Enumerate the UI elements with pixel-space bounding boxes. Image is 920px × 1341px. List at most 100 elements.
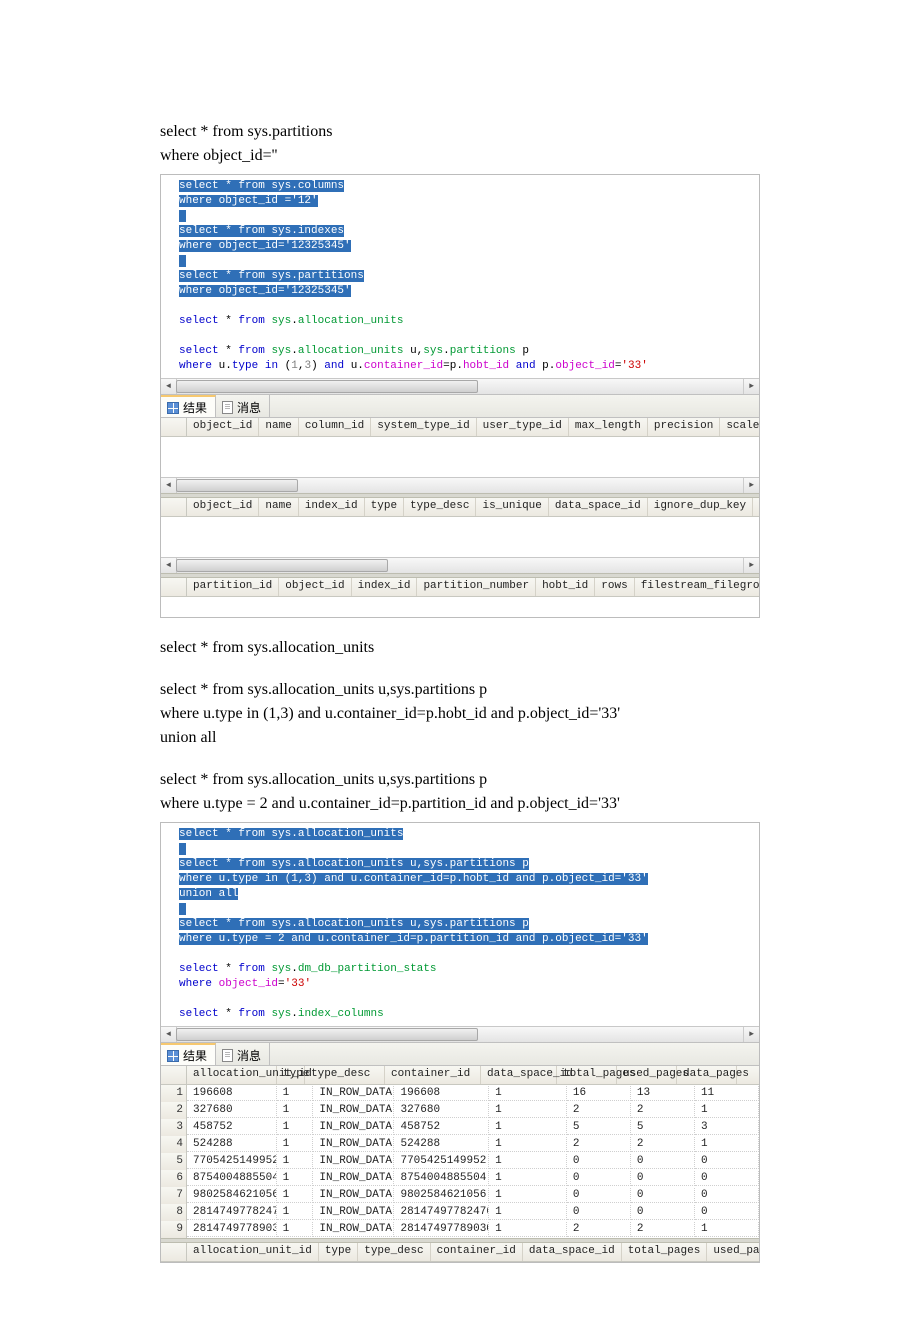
cell[interactable]: 524288 (394, 1137, 489, 1152)
row-number[interactable]: 4 (161, 1136, 187, 1154)
row-number[interactable]: 9 (161, 1221, 187, 1239)
cell[interactable]: 1 (277, 1086, 314, 1101)
row-number[interactable]: 1 (161, 1085, 187, 1103)
column-header[interactable]: allocation_unit_id (187, 1243, 319, 1261)
cell[interactable]: IN_ROW_DATA (313, 1154, 394, 1169)
cell[interactable]: IN_ROW_DATA (313, 1188, 394, 1203)
column-header[interactable]: type (277, 1066, 305, 1084)
cell[interactable]: 2 (567, 1137, 631, 1152)
cell[interactable]: 16 (567, 1086, 631, 1101)
cell[interactable]: 2 (567, 1103, 631, 1118)
cell[interactable]: 0 (695, 1205, 759, 1220)
results-grid-3[interactable]: partition_idobject_idindex_idpartition_n… (161, 578, 759, 617)
cell[interactable]: 1 (489, 1205, 567, 1220)
row-number[interactable]: 6 (161, 1170, 187, 1188)
cell[interactable]: 1 (277, 1171, 314, 1186)
cell[interactable]: 1 (695, 1103, 759, 1118)
cell[interactable]: 11 (695, 1086, 759, 1101)
grid-hscrollbar[interactable]: ◄ ► (161, 477, 759, 493)
column-header[interactable]: object_id (187, 498, 259, 516)
table-row[interactable]: 577054251499521IN_ROW_DATA77054251499521… (161, 1153, 759, 1170)
column-header[interactable]: used_pages (707, 1243, 759, 1261)
tab-results[interactable]: 结果 (161, 1043, 216, 1065)
scroll-left-icon[interactable]: ◄ (161, 558, 177, 573)
column-header[interactable]: is_unique (476, 498, 548, 516)
cell[interactable]: IN_ROW_DATA (313, 1171, 394, 1186)
cell[interactable]: 1 (489, 1222, 567, 1237)
cell[interactable]: 327680 (187, 1103, 277, 1118)
column-header[interactable]: data_space_id (523, 1243, 622, 1261)
cell[interactable]: 7705425149952 (187, 1154, 277, 1169)
cell[interactable]: 2 (631, 1103, 695, 1118)
cell[interactable]: 281474977890304 (394, 1222, 489, 1237)
scroll-left-icon[interactable]: ◄ (161, 379, 177, 394)
column-header[interactable]: data_pages (677, 1066, 737, 1084)
column-header[interactable]: container_id (431, 1243, 523, 1261)
cell[interactable]: 1 (489, 1120, 567, 1135)
cell[interactable]: 9802584621056 (394, 1188, 489, 1203)
cell[interactable]: 1 (277, 1188, 314, 1203)
scroll-right-icon[interactable]: ► (743, 558, 759, 573)
cell[interactable]: IN_ROW_DATA (313, 1222, 394, 1237)
cell[interactable]: 1 (489, 1188, 567, 1203)
cell[interactable]: 5 (631, 1120, 695, 1135)
tab-messages[interactable]: 消息 (216, 395, 270, 417)
row-number[interactable]: 2 (161, 1102, 187, 1120)
editor-hscrollbar[interactable]: ◄ ► (161, 378, 759, 394)
table-row[interactable]: 82814749778247681IN_ROW_DATA281474977824… (161, 1204, 759, 1221)
column-header[interactable]: type_desc (358, 1243, 430, 1261)
cell[interactable]: 1 (695, 1137, 759, 1152)
column-header[interactable]: scale (720, 418, 759, 436)
cell[interactable]: 0 (695, 1188, 759, 1203)
cell[interactable]: 0 (631, 1154, 695, 1169)
cell[interactable]: IN_ROW_DATA (313, 1137, 394, 1152)
grid-hscrollbar[interactable]: ◄ ► (161, 557, 759, 573)
scroll-left-icon[interactable]: ◄ (161, 1027, 177, 1042)
cell[interactable]: 9802584621056 (187, 1188, 277, 1203)
cell[interactable]: IN_ROW_DATA (313, 1120, 394, 1135)
column-header[interactable]: precision (648, 418, 720, 436)
table-row[interactable]: 687540048855041IN_ROW_DATA87540048855041… (161, 1170, 759, 1187)
cell[interactable]: 1 (277, 1222, 314, 1237)
cell[interactable]: 0 (567, 1171, 631, 1186)
cell[interactable]: 327680 (394, 1103, 489, 1118)
column-header[interactable]: is_primary_key (753, 498, 759, 516)
cell[interactable]: 458752 (187, 1120, 277, 1135)
column-header[interactable]: name (259, 418, 298, 436)
table-row[interactable]: 798025846210561IN_ROW_DATA98025846210561… (161, 1187, 759, 1204)
cell[interactable]: 1 (695, 1222, 759, 1237)
column-header[interactable]: rows (595, 578, 634, 596)
cell[interactable]: 0 (631, 1188, 695, 1203)
cell[interactable]: 1 (277, 1137, 314, 1152)
tab-messages[interactable]: 消息 (216, 1043, 270, 1065)
table-row[interactable]: 92814749778903041IN_ROW_DATA281474977890… (161, 1221, 759, 1238)
cell[interactable]: 458752 (394, 1120, 489, 1135)
cell[interactable]: 2 (567, 1222, 631, 1237)
cell[interactable]: 281474977824768 (394, 1205, 489, 1220)
table-row[interactable]: 45242881IN_ROW_DATA5242881221 (161, 1136, 759, 1153)
row-number[interactable]: 8 (161, 1204, 187, 1222)
scroll-right-icon[interactable]: ► (743, 1027, 759, 1042)
column-header[interactable]: name (259, 498, 298, 516)
cell[interactable]: 5 (567, 1120, 631, 1135)
cell[interactable]: 0 (631, 1171, 695, 1186)
cell[interactable]: IN_ROW_DATA (313, 1086, 394, 1101)
table-row[interactable]: 34587521IN_ROW_DATA4587521553 (161, 1119, 759, 1136)
cell[interactable]: IN_ROW_DATA (313, 1103, 394, 1118)
column-header[interactable]: type_desc (305, 1066, 385, 1084)
scroll-thumb[interactable] (176, 479, 298, 492)
column-header[interactable]: index_id (299, 498, 365, 516)
cell[interactable]: 1 (277, 1103, 314, 1118)
cell[interactable]: 524288 (187, 1137, 277, 1152)
column-header[interactable]: column_id (299, 418, 371, 436)
cell[interactable]: 2 (631, 1222, 695, 1237)
scroll-thumb[interactable] (176, 559, 388, 572)
cell[interactable]: 8754004885504 (394, 1171, 489, 1186)
cell[interactable]: IN_ROW_DATA (313, 1205, 394, 1220)
cell[interactable]: 1 (489, 1137, 567, 1152)
column-header[interactable]: filestream_filegroup_id (635, 578, 759, 596)
tab-results[interactable]: 结果 (161, 395, 216, 417)
cell[interactable]: 1 (489, 1171, 567, 1186)
results-grid-2[interactable]: allocation_unit_idtypetype_desccontainer… (161, 1243, 759, 1262)
column-header[interactable]: object_id (279, 578, 351, 596)
